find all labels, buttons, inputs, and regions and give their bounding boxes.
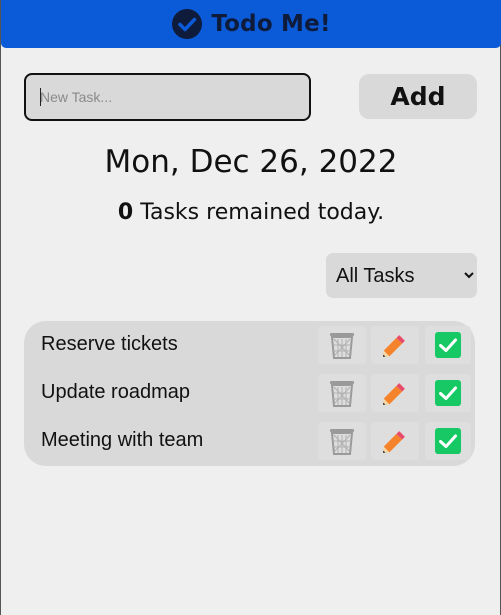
trash-icon [330, 381, 354, 407]
task-label: Reserve tickets [41, 333, 178, 355]
remaining-text: Tasks remained today. [133, 200, 385, 225]
pencil-icon [382, 383, 405, 406]
delete-button[interactable] [318, 422, 366, 460]
text-caret [40, 88, 41, 106]
delete-button[interactable] [318, 374, 366, 412]
task-filter-select[interactable]: All Tasks [326, 253, 477, 298]
remaining-count: 0 [117, 200, 134, 225]
trash-icon [330, 429, 354, 455]
task-row: Meeting with team [24, 417, 475, 465]
task-row: Reserve tickets [24, 321, 475, 369]
current-date: Mon, Dec 26, 2022 [104, 144, 398, 180]
task-label: Update roadmap [41, 381, 190, 403]
app-title: Todo Me! [211, 11, 331, 37]
check-icon [435, 428, 461, 454]
trash-icon [330, 333, 354, 359]
pencil-icon [382, 431, 405, 454]
app-header: Todo Me! [1, 0, 501, 48]
task-label: Meeting with team [41, 429, 204, 451]
pencil-icon [382, 335, 405, 358]
complete-checkbox[interactable] [425, 326, 471, 364]
edit-button[interactable] [371, 326, 419, 364]
check-icon [435, 332, 461, 358]
check-circle-icon [172, 9, 203, 39]
complete-checkbox[interactable] [425, 374, 471, 412]
task-row: Update roadmap [24, 369, 475, 417]
complete-checkbox[interactable] [425, 422, 471, 460]
check-icon [435, 380, 461, 406]
add-button[interactable]: Add [359, 74, 477, 119]
delete-button[interactable] [318, 326, 366, 364]
new-task-input[interactable] [24, 73, 311, 121]
task-list: Reserve tickets Update roadmap Meeting w… [24, 321, 475, 466]
edit-button[interactable] [371, 422, 419, 460]
edit-button[interactable] [371, 374, 419, 412]
tasks-remaining: 0 Tasks remained today. [1, 200, 501, 225]
